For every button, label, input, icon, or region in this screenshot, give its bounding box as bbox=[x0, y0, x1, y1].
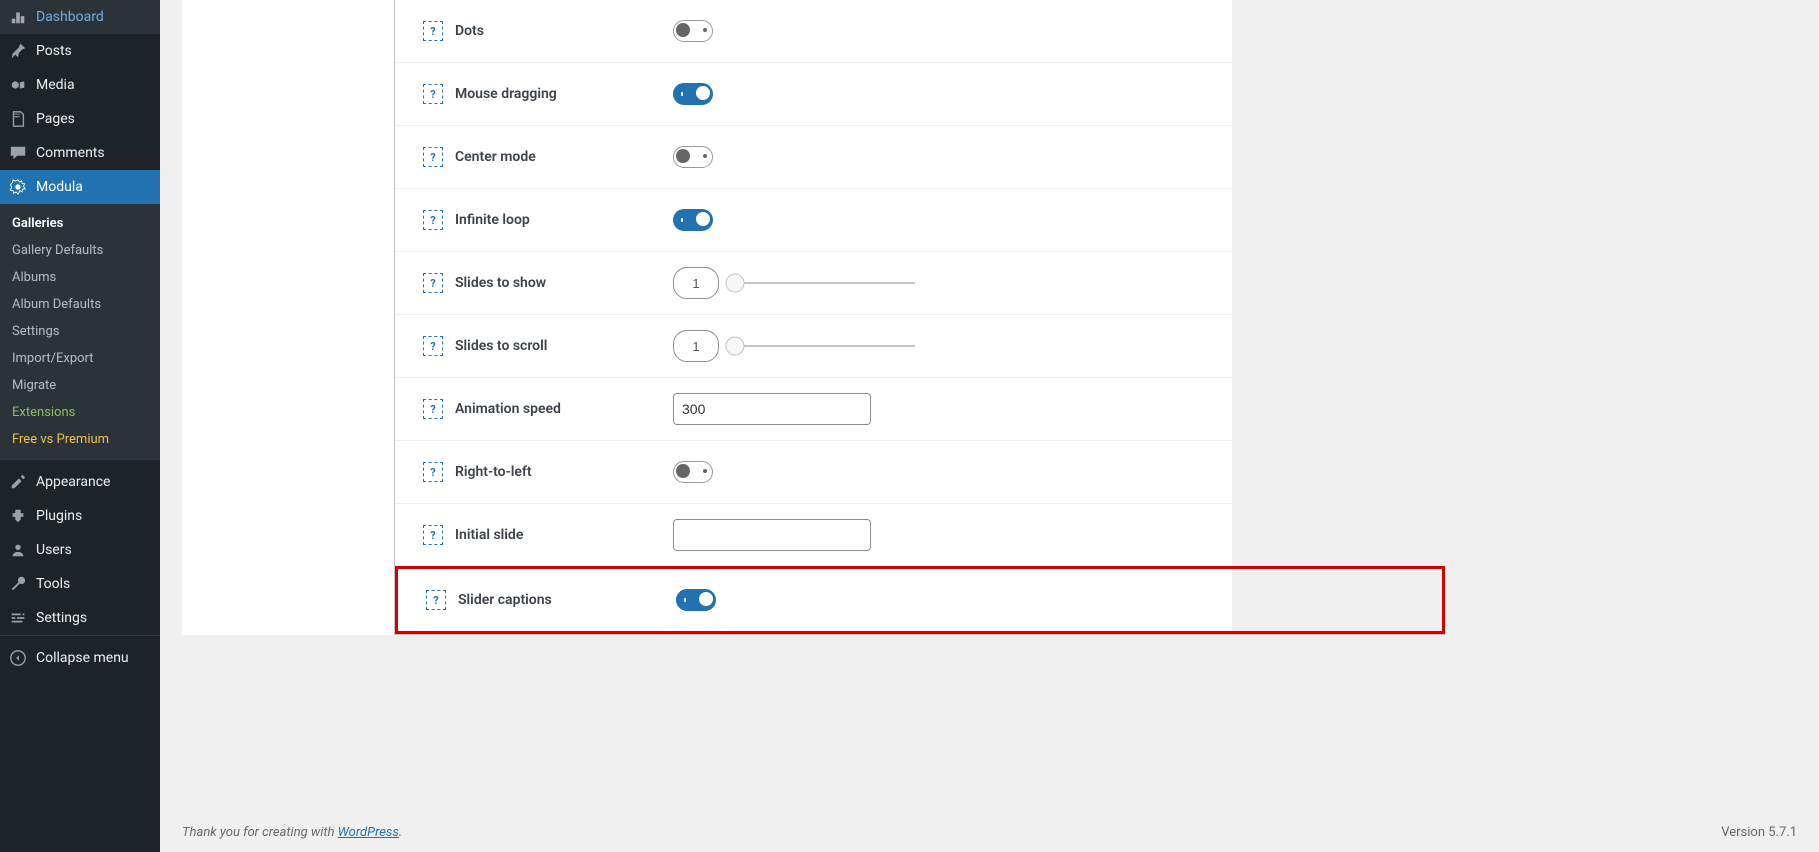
toggle-center-mode[interactable] bbox=[673, 146, 713, 168]
toggle-infinite-loop[interactable] bbox=[673, 209, 713, 231]
menu-pages[interactable]: Pages bbox=[0, 102, 160, 136]
toggle-mouse-dragging[interactable] bbox=[673, 83, 713, 105]
menu-label: Dashboard bbox=[36, 9, 104, 25]
modula-icon bbox=[8, 177, 28, 197]
field-label-text: Mouse dragging bbox=[455, 86, 557, 102]
submenu-albums[interactable]: Albums bbox=[0, 264, 160, 291]
submenu-album-defaults[interactable]: Album Defaults bbox=[0, 291, 160, 318]
menu-label: Posts bbox=[36, 43, 72, 59]
help-icon[interactable]: ? bbox=[423, 399, 443, 419]
slider-slides-to-scroll[interactable] bbox=[735, 345, 915, 347]
menu-collapse[interactable]: Collapse menu bbox=[0, 641, 160, 675]
menu-label: Users bbox=[36, 542, 72, 558]
menu-modula[interactable]: Modula bbox=[0, 170, 160, 204]
menu-plugins[interactable]: Plugins bbox=[0, 499, 160, 533]
help-icon[interactable]: ? bbox=[423, 462, 443, 482]
menu-label: Modula bbox=[36, 179, 83, 195]
field-center-mode: ? Center mode bbox=[395, 125, 1445, 188]
field-label-text: Slider captions bbox=[458, 592, 552, 608]
field-animation-speed: ? Animation speed bbox=[395, 377, 1445, 440]
menu-posts[interactable]: Posts bbox=[0, 34, 160, 68]
admin-footer: Thank you for creating with WordPress. V… bbox=[182, 825, 1797, 840]
submenu-galleries[interactable]: Galleries bbox=[0, 210, 160, 237]
field-slides-to-scroll: ? Slides to scroll bbox=[395, 314, 1445, 377]
menu-label: Comments bbox=[36, 145, 105, 161]
toggle-slider-captions[interactable] bbox=[676, 589, 716, 611]
dashboard-icon bbox=[8, 7, 28, 27]
help-icon[interactable]: ? bbox=[423, 147, 443, 167]
field-label-text: Dots bbox=[455, 23, 484, 39]
help-icon[interactable]: ? bbox=[423, 273, 443, 293]
field-mouse-dragging: ? Mouse dragging bbox=[395, 62, 1445, 125]
submenu-gallery-defaults[interactable]: Gallery Defaults bbox=[0, 237, 160, 264]
menu-label: Pages bbox=[36, 111, 75, 127]
toggle-dots[interactable] bbox=[673, 20, 713, 42]
menu-comments[interactable]: Comments bbox=[0, 136, 160, 170]
toggle-right-to-left[interactable] bbox=[673, 461, 713, 483]
slider-slides-to-show[interactable] bbox=[735, 282, 915, 284]
input-animation-speed[interactable] bbox=[673, 393, 871, 425]
field-label-text: Right-to-left bbox=[455, 464, 532, 480]
help-icon[interactable]: ? bbox=[423, 21, 443, 41]
field-label-text: Animation speed bbox=[455, 401, 561, 417]
admin-sidebar: Dashboard Posts Media Pages Comments Mod… bbox=[0, 0, 160, 852]
submenu-extensions[interactable]: Extensions bbox=[0, 399, 160, 426]
help-icon[interactable]: ? bbox=[423, 525, 443, 545]
menu-label: Plugins bbox=[36, 508, 82, 524]
settings-panel-wrapper: ? Dots ? Mouse dragging ? bbox=[182, 0, 1232, 635]
pin-icon bbox=[8, 41, 28, 61]
field-slider-captions: ? Slider captions bbox=[395, 566, 1445, 634]
input-slides-to-show[interactable] bbox=[673, 267, 719, 299]
plugins-icon bbox=[8, 506, 28, 526]
users-icon bbox=[8, 540, 28, 560]
footer-credit: Thank you for creating with WordPress. bbox=[182, 825, 402, 840]
field-label-text: Initial slide bbox=[455, 527, 523, 543]
settings-icon bbox=[8, 608, 28, 628]
menu-settings[interactable]: Settings bbox=[0, 601, 160, 635]
submenu-settings[interactable]: Settings bbox=[0, 318, 160, 345]
submenu-migrate[interactable]: Migrate bbox=[0, 372, 160, 399]
field-label-text: Slides to scroll bbox=[455, 338, 547, 354]
menu-appearance[interactable]: Appearance bbox=[0, 465, 160, 499]
menu-dashboard[interactable]: Dashboard bbox=[0, 0, 160, 34]
help-icon[interactable]: ? bbox=[423, 210, 443, 230]
menu-tools[interactable]: Tools bbox=[0, 567, 160, 601]
input-slides-to-scroll[interactable] bbox=[673, 330, 719, 362]
content-area: ? Dots ? Mouse dragging ? bbox=[160, 0, 1819, 852]
appearance-icon bbox=[8, 472, 28, 492]
input-initial-slide[interactable] bbox=[673, 519, 871, 551]
wp-version: Version 5.7.1 bbox=[1721, 825, 1797, 840]
menu-label: Appearance bbox=[36, 474, 110, 490]
modula-submenu: Galleries Gallery Defaults Albums Album … bbox=[0, 204, 160, 459]
collapse-icon bbox=[8, 648, 28, 668]
menu-media[interactable]: Media bbox=[0, 68, 160, 102]
field-slides-to-show: ? Slides to show bbox=[395, 251, 1445, 314]
media-icon bbox=[8, 75, 28, 95]
help-icon[interactable]: ? bbox=[426, 590, 446, 610]
field-initial-slide: ? Initial slide bbox=[395, 503, 1445, 566]
submenu-free-vs-premium[interactable]: Free vs Premium bbox=[0, 426, 160, 453]
field-label-text: Infinite loop bbox=[455, 212, 530, 228]
settings-panel: ? Dots ? Mouse dragging ? bbox=[394, 0, 1445, 635]
help-icon[interactable]: ? bbox=[423, 84, 443, 104]
submenu-import-export[interactable]: Import/Export bbox=[0, 345, 160, 372]
menu-label: Collapse menu bbox=[36, 650, 129, 666]
field-dots: ? Dots bbox=[395, 0, 1445, 62]
menu-label: Media bbox=[36, 77, 75, 93]
pages-icon bbox=[8, 109, 28, 129]
menu-users[interactable]: Users bbox=[0, 533, 160, 567]
help-icon[interactable]: ? bbox=[423, 336, 443, 356]
wordpress-link[interactable]: WordPress bbox=[338, 825, 399, 840]
tools-icon bbox=[8, 574, 28, 594]
slider-handle[interactable] bbox=[726, 274, 745, 293]
field-label-text: Slides to show bbox=[455, 275, 546, 291]
slider-handle[interactable] bbox=[726, 337, 745, 356]
menu-label: Settings bbox=[36, 610, 87, 626]
menu-label: Tools bbox=[36, 576, 70, 592]
comment-icon bbox=[8, 143, 28, 163]
field-label-text: Center mode bbox=[455, 149, 536, 165]
field-right-to-left: ? Right-to-left bbox=[395, 440, 1445, 503]
field-infinite-loop: ? Infinite loop bbox=[395, 188, 1445, 251]
